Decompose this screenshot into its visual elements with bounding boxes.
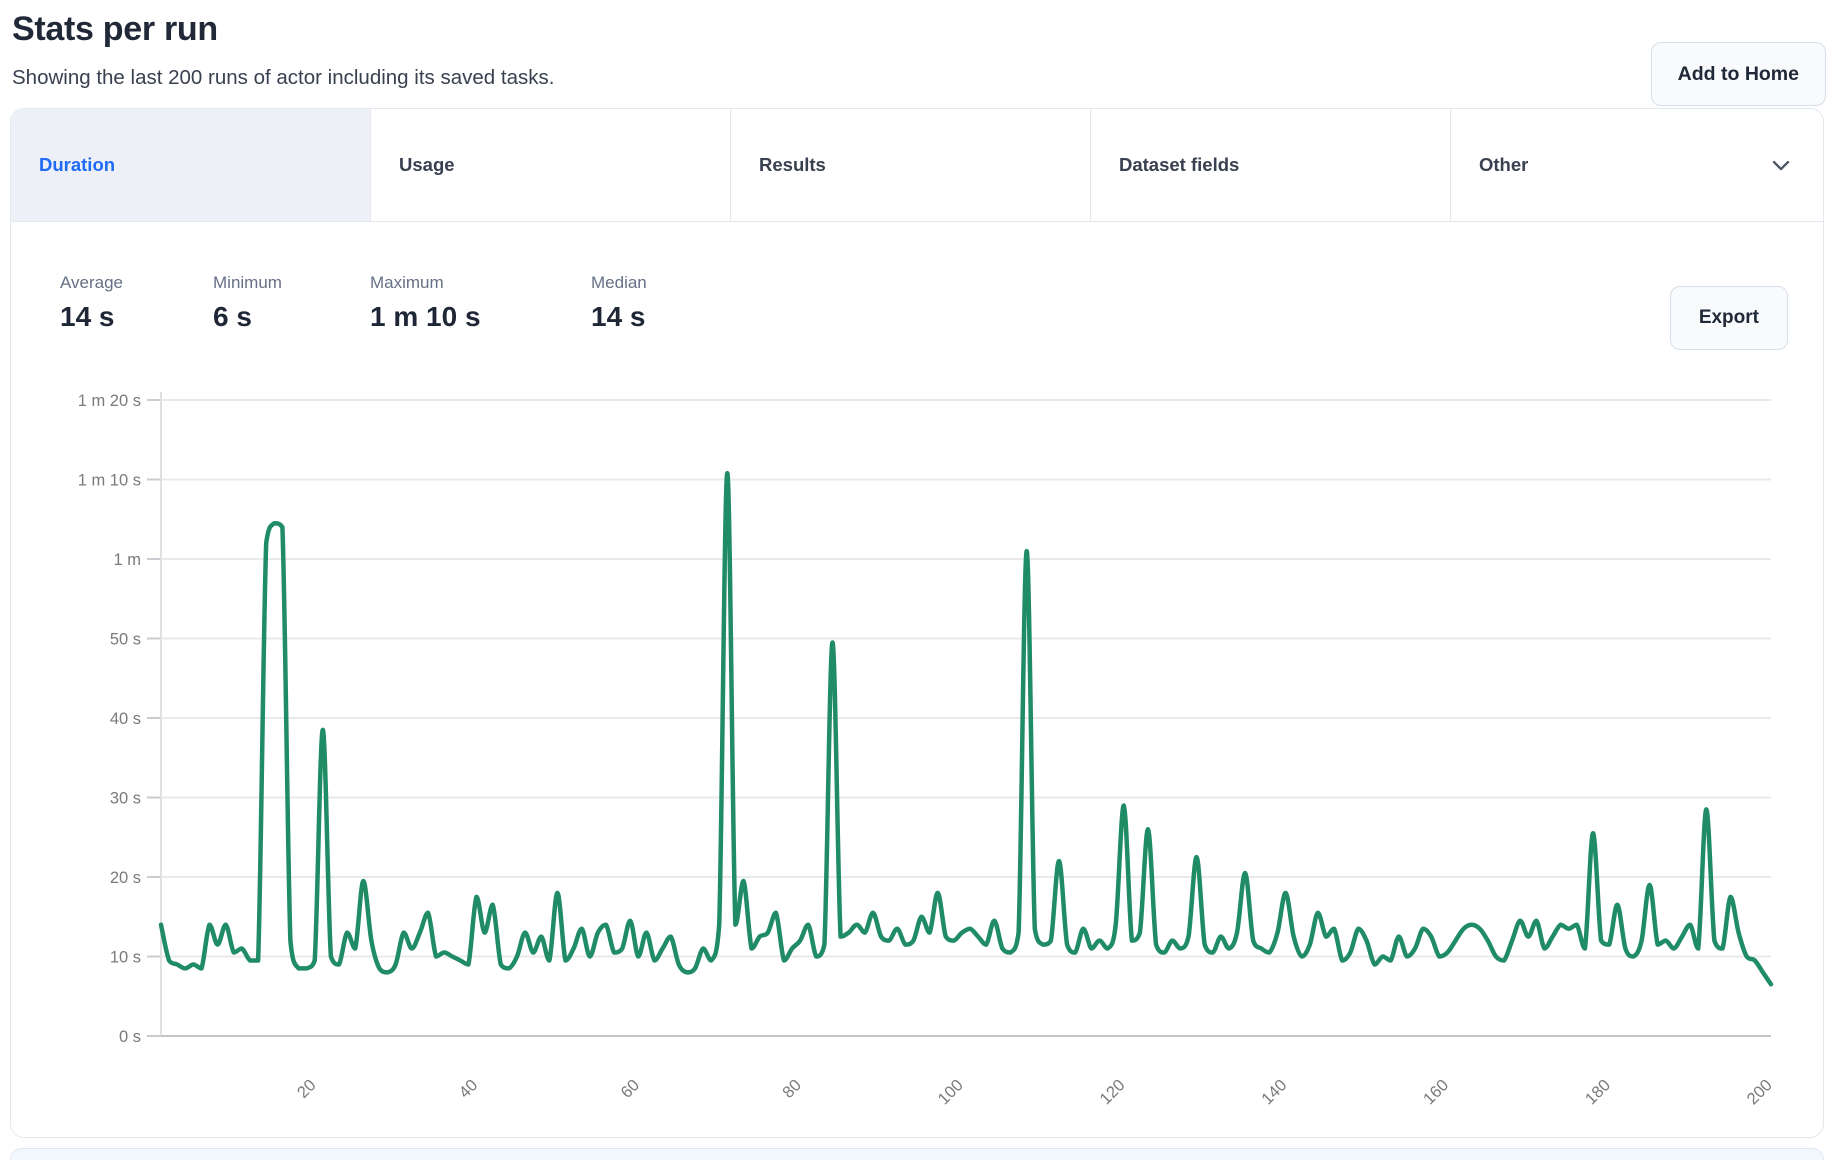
x-tick-label: 80 — [779, 1076, 805, 1102]
x-tick-label: 180 — [1582, 1076, 1614, 1108]
y-tick-label: 30 s — [110, 790, 141, 808]
x-tick-label: 120 — [1096, 1076, 1128, 1108]
tab-other[interactable]: Other — [1451, 109, 1823, 221]
tab-dataset-fields[interactable]: Dataset fields — [1091, 109, 1451, 221]
stat-average: Average 14 s — [60, 273, 213, 333]
y-tick-label: 40 s — [110, 710, 141, 728]
stat-maximum-label: Maximum — [370, 273, 591, 293]
tab-results-label: Results — [759, 154, 826, 176]
duration-line-series — [161, 473, 1771, 984]
stats-tab-bar: Duration Usage Results Dataset fields Ot… — [11, 109, 1823, 222]
stat-median-value: 14 s — [591, 301, 647, 333]
y-tick-label: 50 s — [110, 631, 141, 649]
x-tick-label: 160 — [1420, 1076, 1452, 1108]
gridlines — [161, 400, 1771, 957]
stat-minimum-label: Minimum — [213, 273, 370, 293]
y-tick-label: 0 s — [119, 1028, 141, 1046]
x-tick-label: 60 — [617, 1076, 643, 1102]
y-tick-label: 10 s — [110, 949, 141, 967]
stat-average-label: Average — [60, 273, 213, 293]
x-tick-label: 40 — [456, 1076, 482, 1102]
add-to-home-button[interactable]: Add to Home — [1651, 42, 1826, 106]
x-tick-label: 140 — [1258, 1076, 1290, 1108]
y-tick-label: 1 m 10 s — [78, 472, 141, 490]
tab-other-label: Other — [1479, 154, 1528, 176]
stat-maximum: Maximum 1 m 10 s — [370, 273, 591, 333]
x-axis-labels: 20 40 60 80 100 120 140 160 180 200 — [294, 1076, 1776, 1108]
stat-maximum-value: 1 m 10 s — [370, 301, 591, 333]
tab-duration-label: Duration — [39, 154, 115, 176]
stat-median: Median 14 s — [591, 273, 647, 333]
tab-usage-label: Usage — [399, 154, 455, 176]
tab-usage[interactable]: Usage — [371, 109, 731, 221]
stat-median-label: Median — [591, 273, 647, 293]
stat-minimum-value: 6 s — [213, 301, 370, 333]
chevron-down-icon — [1767, 151, 1795, 179]
tab-dataset-fields-label: Dataset fields — [1119, 154, 1239, 176]
x-tick-label: 200 — [1744, 1076, 1776, 1108]
stats-per-run-page: Stats per run Showing the last 200 runs … — [0, 0, 1834, 1160]
axes — [147, 392, 1771, 1036]
y-tick-label: 1 m — [113, 551, 141, 569]
summary-stats: Average 14 s Minimum 6 s Maximum 1 m 10 … — [60, 273, 647, 333]
export-button[interactable]: Export — [1670, 286, 1788, 350]
page-title: Stats per run — [12, 10, 218, 49]
stat-minimum: Minimum 6 s — [213, 273, 370, 333]
y-tick-label: 1 m 20 s — [78, 392, 141, 410]
stat-average-value: 14 s — [60, 301, 213, 333]
stats-card: Duration Usage Results Dataset fields Ot… — [10, 108, 1824, 1138]
x-tick-label: 100 — [935, 1076, 967, 1108]
page-subtitle: Showing the last 200 runs of actor inclu… — [12, 66, 554, 90]
y-axis-labels: 1 m 20 s 1 m 10 s 1 m 50 s 40 s 30 s 20 s 10 s 0… — [78, 392, 141, 1046]
y-tick-label: 20 s — [110, 869, 141, 887]
tab-results[interactable]: Results — [731, 109, 1091, 221]
x-tick-label: 20 — [294, 1076, 320, 1102]
next-section-edge — [10, 1148, 1824, 1160]
tab-duration[interactable]: Duration — [11, 109, 371, 221]
duration-chart: 1 m 20 s 1 m 10 s 1 m 50 s 40 s 30 s 20 s 10 s 0… — [11, 354, 1825, 1134]
